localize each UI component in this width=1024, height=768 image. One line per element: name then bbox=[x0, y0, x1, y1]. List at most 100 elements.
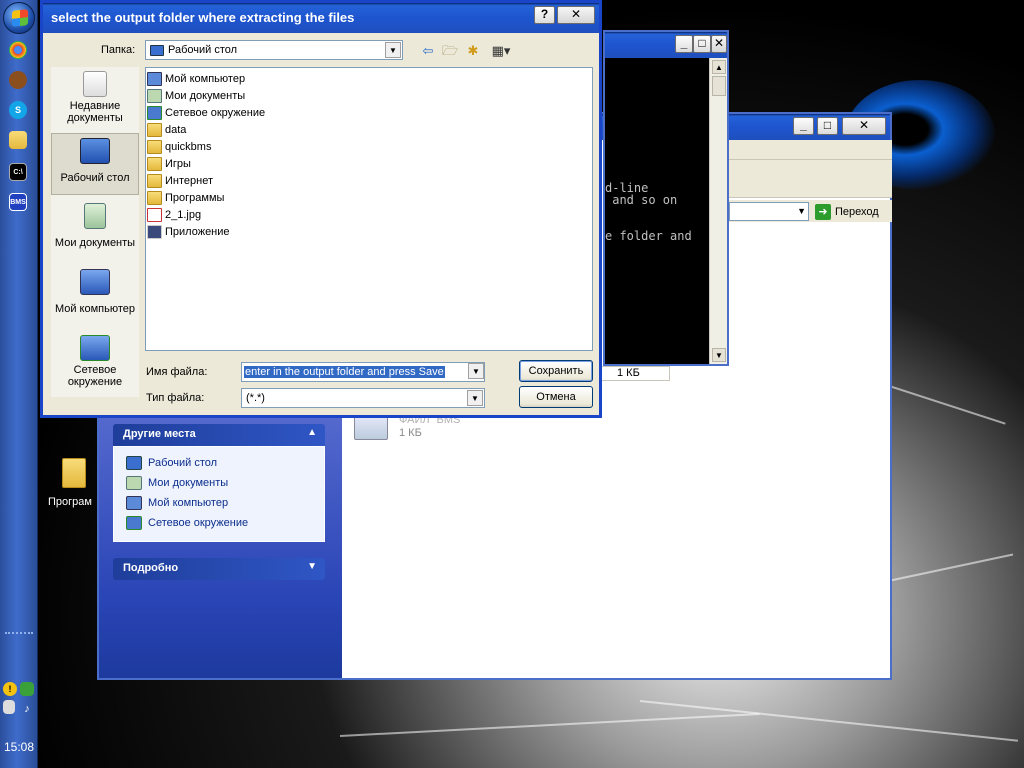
place-computer[interactable]: Мой компьютер bbox=[51, 265, 139, 327]
taskbar-gripper bbox=[5, 632, 33, 635]
list-item[interactable]: Приложение bbox=[147, 223, 230, 240]
close-button[interactable]: ✕ bbox=[842, 117, 886, 135]
scroll-down-icon[interactable]: ▼ bbox=[712, 348, 726, 362]
place-label: Недавние документы bbox=[67, 100, 123, 124]
list-item[interactable]: Интернет bbox=[147, 172, 213, 189]
list-item[interactable]: quickbms bbox=[147, 138, 211, 155]
tray-warning-icon[interactable]: ! bbox=[3, 682, 17, 696]
new-folder-icon[interactable]: ✱ bbox=[464, 43, 482, 59]
chevron-down-icon: ▼ bbox=[467, 390, 483, 406]
dialog-titlebar[interactable]: select the output folder where extractin… bbox=[43, 3, 599, 33]
console-line: and so on bbox=[605, 193, 678, 207]
place-label: Сетевое окружение bbox=[67, 364, 123, 388]
scroll-up-icon[interactable]: ▲ bbox=[712, 60, 726, 74]
folder-icon bbox=[147, 156, 162, 171]
chevron-down-icon[interactable]: ▼ bbox=[385, 42, 401, 58]
cmd-icon[interactable]: C:\ bbox=[9, 163, 27, 181]
other-place-network[interactable]: Сетевое окружение bbox=[126, 515, 248, 531]
explorer-toolbar bbox=[729, 160, 892, 198]
list-item-label: 2_1.jpg bbox=[165, 208, 202, 221]
app-icon[interactable] bbox=[9, 71, 27, 89]
place-desktop[interactable]: Рабочий стол bbox=[51, 133, 139, 195]
desktop-folder-label: Програм bbox=[48, 496, 92, 508]
place-label: Мои документы bbox=[54, 237, 136, 249]
save-button[interactable]: Сохранить bbox=[519, 360, 593, 382]
place-network[interactable]: Сетевое окружение bbox=[51, 331, 139, 393]
filetype-combo[interactable]: (*.*) ▼ bbox=[241, 388, 485, 408]
chrome-icon[interactable] bbox=[9, 41, 27, 59]
file-size-label: 1 КБ bbox=[399, 427, 422, 439]
list-item[interactable]: Игры bbox=[147, 155, 191, 172]
file-list[interactable]: Мой компьютер Мои документы Сетевое окру… bbox=[145, 67, 593, 351]
minimize-button[interactable]: _ bbox=[675, 35, 693, 53]
desktop-folder-icon[interactable] bbox=[62, 458, 86, 488]
start-button[interactable] bbox=[3, 2, 35, 34]
folder-icon bbox=[147, 122, 162, 137]
filename-combo-arrow[interactable]: ▼ bbox=[467, 362, 485, 382]
other-places-header[interactable]: Другие места ▲ bbox=[113, 424, 325, 446]
folder-icon bbox=[147, 190, 162, 205]
taskbar-clock[interactable]: 15:08 bbox=[0, 740, 38, 754]
console-titlebar[interactable]: _ □ ✕ bbox=[605, 32, 727, 58]
view-menu-icon[interactable]: ▦▾ bbox=[488, 43, 514, 59]
details-header[interactable]: Подробно ▼ bbox=[113, 558, 325, 580]
documents-icon bbox=[126, 476, 142, 490]
close-button[interactable]: ✕ bbox=[557, 6, 595, 24]
list-item[interactable]: Мой компьютер bbox=[147, 70, 245, 87]
chevron-down-icon: ▼ bbox=[468, 363, 484, 379]
list-item-label: Приложение bbox=[165, 225, 230, 238]
filetype-value: (*.*) bbox=[246, 392, 265, 404]
other-place-desktop[interactable]: Рабочий стол bbox=[126, 455, 217, 471]
other-place-computer[interactable]: Мой компьютер bbox=[126, 495, 228, 511]
tray-usb-icon[interactable] bbox=[3, 700, 15, 714]
folder-combo[interactable]: Рабочий стол ▼ bbox=[145, 40, 403, 60]
console-scrollbar[interactable]: ▲ ▼ bbox=[709, 58, 727, 364]
tray-volume-icon[interactable]: ♪ bbox=[20, 700, 34, 715]
maximize-button[interactable]: □ bbox=[817, 117, 838, 135]
filename-input-value: enter in the output folder and press Sav… bbox=[244, 366, 445, 378]
folder-label: Папка: bbox=[101, 44, 136, 56]
list-item-label: Сетевое окружение bbox=[165, 106, 266, 119]
help-button[interactable]: ? bbox=[534, 6, 555, 24]
folder-icon bbox=[147, 173, 162, 188]
place-documents[interactable]: Мои документы bbox=[51, 199, 139, 261]
minimize-button[interactable]: _ bbox=[793, 117, 814, 135]
list-item[interactable]: Сетевое окружение bbox=[147, 104, 265, 121]
up-folder-icon[interactable]: 🗁 bbox=[441, 43, 459, 59]
list-item[interactable]: Программы bbox=[147, 189, 224, 206]
desktop-icon bbox=[80, 138, 110, 164]
address-combo[interactable]: ▼ bbox=[729, 202, 809, 221]
folder-icon[interactable] bbox=[9, 131, 27, 149]
network-icon bbox=[126, 516, 142, 530]
list-item-label: Мои документы bbox=[165, 89, 246, 102]
places-bar: Недавние документы Рабочий стол Мои доку… bbox=[51, 67, 139, 397]
list-item[interactable]: data bbox=[147, 121, 186, 138]
close-button[interactable]: ✕ bbox=[711, 35, 727, 53]
list-item-label: Игры bbox=[165, 157, 191, 170]
place-recent[interactable]: Недавние документы bbox=[51, 67, 139, 129]
other-place-documents[interactable]: Мои документы bbox=[126, 475, 228, 491]
skype-icon[interactable]: S bbox=[9, 101, 27, 119]
folder-icon bbox=[147, 139, 162, 154]
documents-icon bbox=[147, 88, 162, 103]
tray-network-icon[interactable] bbox=[20, 682, 34, 696]
cancel-button[interactable]: Отмена bbox=[519, 386, 593, 408]
collapse-icon: ▲ bbox=[307, 427, 317, 438]
filename-input[interactable]: enter in the output folder and press Sav… bbox=[241, 362, 485, 382]
network-icon bbox=[147, 105, 162, 120]
back-icon[interactable]: ⇦ bbox=[419, 43, 437, 59]
computer-icon bbox=[80, 269, 110, 295]
bms-icon[interactable]: BMS bbox=[9, 193, 27, 211]
other-place-label: Сетевое окружение bbox=[148, 517, 249, 529]
taskbar: S C:\ BMS ! ♪ 15:08 bbox=[0, 0, 38, 768]
dialog-title: select the output folder where extractin… bbox=[51, 10, 355, 25]
scroll-thumb[interactable] bbox=[712, 76, 726, 96]
list-item[interactable]: 2_1.jpg bbox=[147, 206, 201, 223]
other-place-label: Рабочий стол bbox=[148, 457, 218, 469]
recent-documents-icon bbox=[83, 71, 107, 97]
go-button[interactable]: ➜ Переход bbox=[815, 202, 879, 221]
chevron-down-icon: ▼ bbox=[797, 206, 806, 216]
list-item[interactable]: Мои документы bbox=[147, 87, 245, 104]
place-label: Рабочий стол bbox=[60, 172, 130, 184]
maximize-button[interactable]: □ bbox=[693, 35, 711, 53]
